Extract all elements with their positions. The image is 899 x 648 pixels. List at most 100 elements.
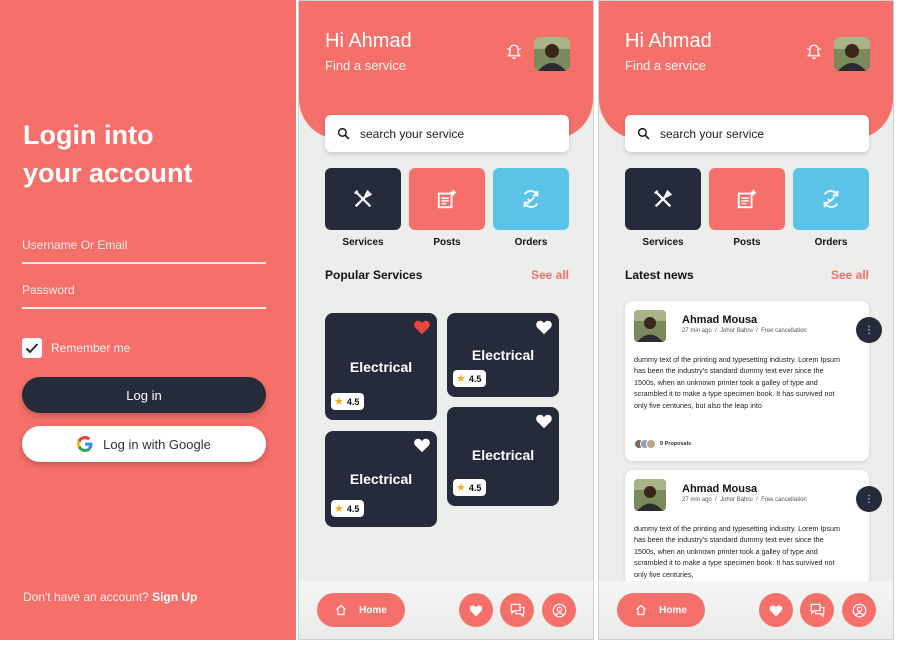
search-placeholder: search your service [360,126,465,141]
subtitle: Find a service [625,58,706,73]
rating-badge: ★ 4.5 [453,370,487,387]
news-avatar [634,310,666,342]
nav-favorites-button[interactable] [759,593,793,627]
news-author: Ahmad Mousa [682,314,758,326]
signup-link[interactable]: Sign Up [152,590,197,604]
nav-home-button[interactable]: Home [317,593,405,627]
news-body: dummy text of the printing and typesetti… [634,524,841,579]
add-post-icon [437,189,457,209]
tile-services-label: Services [642,237,684,248]
profile-icon [552,603,566,617]
tools-icon [353,189,373,208]
rating-badge: ★ 4.5 [453,479,487,496]
news-meta: 27 min ago / Johor Bahru / Free cancella… [682,497,807,503]
heart-icon[interactable] [413,437,431,453]
subtitle: Find a service [325,58,406,73]
rating-badge: ★ 4.5 [331,393,365,410]
search-bar[interactable]: search your service [325,115,569,152]
news-avatar [634,479,666,511]
star-icon: ★ [334,503,344,515]
checkmark-icon [25,343,39,354]
nav-profile-button[interactable] [542,593,576,627]
refresh-check-icon [823,190,839,208]
nav-profile-button[interactable] [842,593,876,627]
search-icon [337,127,350,140]
rating-badge: ★ 4.5 [331,500,365,517]
tile-orders-label: Orders [514,237,548,248]
heart-icon[interactable] [413,319,431,335]
tile-posts-label: Posts [433,237,461,248]
news-body: dummy text of the printing and typesetti… [634,355,841,410]
heart-icon [769,605,783,616]
service-card[interactable]: Electrical ★ 4.5 [325,313,437,420]
home-icon [336,604,346,616]
signup-prompt: Don't have an account? Sign Up [23,590,198,604]
remember-me[interactable]: Remember me [22,338,130,358]
heart-icon [469,605,483,616]
search-placeholder: search your service [660,126,765,141]
username-field[interactable] [22,236,266,264]
service-card-title: Electrical [471,347,535,363]
remember-checkbox[interactable] [22,338,42,358]
app-mockups: Login into your account Remember me Log … [0,0,899,648]
bottom-nav: Home [599,581,893,639]
username-input[interactable] [22,238,266,262]
star-icon: ★ [334,396,344,408]
tile-services[interactable] [325,168,401,230]
nav-messages-button[interactable] [500,593,534,627]
chat-icon [810,603,824,617]
bell-icon[interactable] [805,43,823,61]
star-icon: ★ [456,482,466,494]
chat-icon [510,603,524,617]
popular-services-title: Popular Services [325,268,423,282]
google-login-label: Log in with Google [103,436,211,452]
login-screen: Login into your account Remember me Log … [0,0,296,640]
avatar[interactable] [834,37,870,71]
bell-icon[interactable] [505,43,523,61]
news-meta: 27 min ago / Johor Bahru / Free cancella… [682,328,807,334]
remember-label: Remember me [51,341,131,355]
refresh-check-icon [523,190,539,208]
news-card[interactable]: Ahmad Mousa 27 min ago / Johor Bahru / F… [625,301,882,461]
tile-orders[interactable] [493,168,569,230]
news-author: Ahmad Mousa [682,483,758,495]
tile-posts[interactable] [409,168,485,230]
service-card-title: Electrical [471,447,535,463]
profile-icon [852,603,866,617]
more-options-button[interactable]: ⋮ [856,486,882,512]
tile-orders[interactable] [793,168,869,230]
news-card[interactable]: Ahmad Mousa 27 min ago / Johor Bahru / F… [625,470,882,585]
login-button[interactable]: Log in [22,377,266,413]
bottom-nav: Home [299,581,593,639]
service-card[interactable]: Electrical ★ 4.5 [447,313,559,397]
google-icon [77,436,93,452]
password-input[interactable] [22,283,266,307]
tile-posts-label: Posts [733,237,761,248]
tools-icon [653,189,673,208]
tile-orders-label: Orders [814,237,848,248]
nav-messages-button[interactable] [800,593,834,627]
proposal-avatars [634,439,656,449]
tile-services[interactable] [625,168,701,230]
nav-favorites-button[interactable] [459,593,493,627]
see-all-link[interactable]: See all [531,268,569,282]
password-field[interactable] [22,281,266,309]
greeting: Hi Ahmad [325,30,412,52]
latest-news-title: Latest news [625,268,694,282]
add-post-icon [737,189,757,209]
search-bar[interactable]: search your service [625,115,869,152]
more-options-button[interactable]: ⋮ [856,317,882,343]
service-card[interactable]: Electrical ★ 4.5 [447,407,559,506]
heart-icon[interactable] [535,319,553,335]
see-all-link[interactable]: See all [831,268,869,282]
google-login-button[interactable]: Log in with Google [22,426,266,462]
service-card[interactable]: Electrical ★ 4.5 [325,431,437,527]
heart-icon[interactable] [535,413,553,429]
home-screen-news: Hi Ahmad Find a service search your serv… [598,0,894,640]
search-icon [637,127,650,140]
avatar[interactable] [534,37,570,71]
tile-posts[interactable] [709,168,785,230]
nav-home-button[interactable]: Home [617,593,705,627]
star-icon: ★ [456,373,466,385]
home-icon [636,604,646,616]
